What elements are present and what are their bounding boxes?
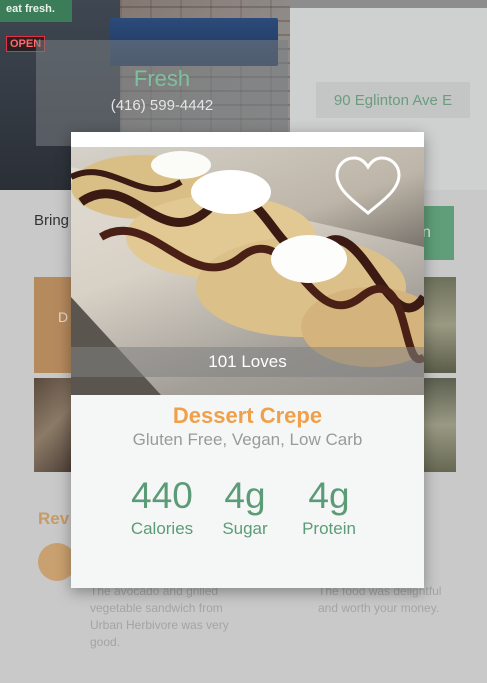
sugar-label: Sugar: [222, 519, 268, 538]
restaurant-name-panel: [36, 40, 288, 146]
store-sign: eat fresh.: [0, 0, 72, 22]
review-text: The food was delightful and worth your m…: [318, 584, 442, 615]
calories-value: 440: [131, 475, 193, 516]
sugar-value: 4g: [224, 475, 266, 516]
menu-tile[interactable]: [424, 277, 456, 373]
restaurant-phone[interactable]: (416) 599-4442: [36, 97, 288, 114]
review-text: The avocado and grilled vegetable sandwi…: [90, 584, 229, 649]
dish-detail-modal: 101 Loves Dessert Crepe Gluten Free, Veg…: [71, 132, 424, 588]
calories-label: Calories: [130, 519, 194, 538]
sugar-stat: 4g Sugar: [217, 476, 273, 539]
dietary-tags: Gluten Free, Vegan, Low Carb: [132, 430, 363, 449]
loves-count: 101 Loves: [71, 347, 424, 377]
reviews-heading: Rev: [38, 509, 70, 528]
intro-text: Bring cuisi: [34, 212, 74, 229]
restaurant-name: Fresh: [133, 66, 191, 91]
menu-tile[interactable]: D: [34, 277, 72, 373]
menu-tile[interactable]: [424, 378, 456, 472]
menu-tile-label: D: [58, 309, 69, 325]
protein-stat: 4g Protein: [297, 476, 361, 539]
background-action-button[interactable]: n: [420, 206, 454, 260]
top-band: [290, 0, 487, 8]
menu-tile[interactable]: [34, 378, 72, 472]
calories-stat: 440 Calories: [123, 476, 201, 539]
protein-label: Protein: [302, 519, 356, 538]
restaurant-address[interactable]: 90 Eglinton Ave E: [316, 82, 470, 118]
dish-photo: 101 Loves: [71, 147, 424, 395]
dish-name: Dessert Crepe: [172, 403, 323, 428]
heart-outline-icon[interactable]: [333, 155, 403, 221]
modal-top-strip: [71, 132, 424, 147]
protein-value: 4g: [308, 475, 350, 516]
